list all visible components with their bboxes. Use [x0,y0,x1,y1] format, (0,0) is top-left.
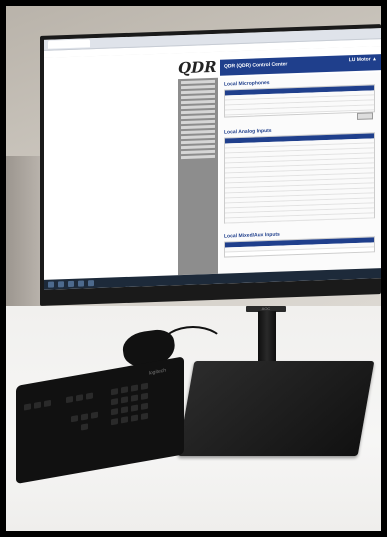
taskbar-app-icon[interactable] [58,281,64,288]
key [121,406,128,414]
sidebar-item[interactable] [181,109,215,115]
sidebar-item[interactable] [181,124,215,130]
sidebar-item[interactable] [181,84,215,90]
key [131,414,138,422]
key [34,401,41,409]
photo: QDR QDR (QDR) Control Center LU Motor ▲ [6,6,381,531]
sidebar-item[interactable] [181,119,215,125]
key [44,399,51,408]
key [111,398,118,406]
key [141,392,148,400]
section-title: Local Analog Inputs [224,127,272,136]
sidebar-item[interactable] [181,79,215,85]
section-title: Local Mixed/Aux Inputs [224,231,280,240]
sidebar-item[interactable] [181,149,215,155]
user-menu[interactable]: LU Motor ▲ [349,56,377,63]
key [141,382,148,390]
key [111,388,118,396]
key [141,412,148,420]
key [24,403,31,411]
taskbar-app-icon[interactable] [78,280,84,287]
taskbar-app-icon[interactable] [68,280,74,288]
sidebar-item[interactable] [181,99,215,105]
sidebar-item[interactable] [181,104,215,110]
microphones-table [224,84,375,118]
sidebar-item[interactable] [181,114,215,120]
key [86,392,93,400]
screen: QDR QDR (QDR) Control Center LU Motor ▲ [44,28,381,290]
key [76,394,83,402]
section-title: Local Microphones [224,79,270,88]
key [121,396,128,404]
key [141,402,148,410]
keyboard-brand: logitech [148,367,166,377]
sidebar-item[interactable] [181,89,215,95]
sidebar-item[interactable] [181,134,215,140]
start-icon[interactable] [48,281,54,288]
sidebar-item[interactable] [181,139,215,145]
web-page: QDR QDR (QDR) Control Center LU Motor ▲ [44,46,381,280]
sidebar-nav [178,77,218,276]
key [131,404,138,412]
key [121,386,128,394]
sidebar-item[interactable] [181,144,215,150]
key [81,413,88,421]
main-content: Local Microphones Local Analog Inputs Lo… [220,72,381,274]
monitor-stand-base [177,361,375,456]
key [71,415,78,423]
taskbar-app-icon[interactable] [88,280,94,287]
key [121,416,128,424]
page-title: QDR (QDR) Control Center [224,61,288,70]
key [111,418,118,426]
sidebar-item[interactable] [181,129,215,135]
sidebar-item[interactable] [181,94,215,100]
browser-tab[interactable] [48,39,90,49]
monitor: QDR QDR (QDR) Control Center LU Motor ▲ [40,24,381,307]
key [91,411,98,419]
key [66,395,73,404]
key [131,394,138,402]
key [81,423,88,431]
key [111,408,118,416]
qdr-logo: QDR [178,57,217,78]
save-button[interactable] [357,112,373,120]
sidebar-item[interactable] [181,154,215,160]
key [131,384,138,392]
mixed-inputs-table [224,236,375,258]
analog-inputs-table [224,132,375,224]
